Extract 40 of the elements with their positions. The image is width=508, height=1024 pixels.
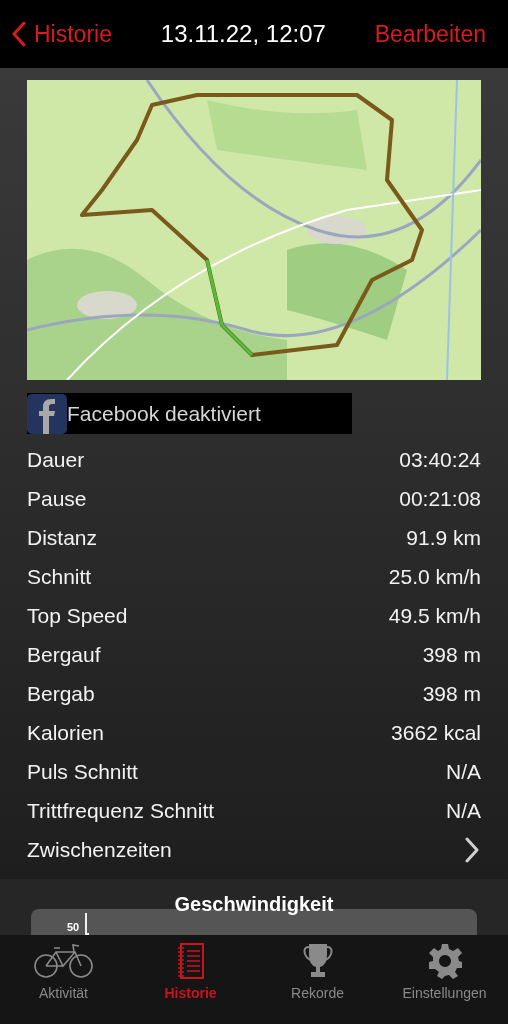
facebook-icon — [27, 393, 67, 434]
stat-value: N/A — [446, 798, 481, 823]
stat-value: 00:21:08 — [399, 486, 481, 511]
stat-value: 398 m — [422, 642, 481, 667]
axis-label: 50 — [67, 921, 80, 933]
chevron-right-icon — [465, 836, 479, 863]
tab-item[interactable]: Einstellungen — [381, 935, 508, 1024]
stat-value: N/A — [446, 759, 481, 784]
tab-item[interactable]: Rekorde — [254, 935, 381, 1024]
tab-item[interactable]: Historie — [127, 935, 254, 1024]
tab-item[interactable]: Aktivität — [0, 935, 127, 1024]
stat-value: 91.9 km — [406, 525, 481, 550]
back-chevron-icon — [12, 21, 26, 47]
facebook-bar[interactable]: Facebook deaktiviert — [27, 393, 352, 434]
stat-label: Kalorien — [27, 720, 105, 745]
stat-value: 49.5 km/h — [388, 603, 481, 628]
bike-icon — [33, 943, 94, 979]
stat-label: Dauer — [27, 447, 85, 472]
notebook-icon — [176, 943, 205, 979]
edit-button[interactable]: Bearbeiten — [374, 20, 486, 48]
settings-icon — [426, 943, 463, 979]
stat-label: Bergauf — [27, 642, 101, 667]
back-label[interactable]: Historie — [34, 20, 112, 48]
stat-label: Puls Schnitt — [27, 759, 138, 784]
stat-label: Schnitt — [27, 564, 92, 589]
split-times-row[interactable]: Zwischenzeiten — [27, 830, 481, 869]
back-button[interactable]: Historie — [12, 20, 112, 48]
chart-title: Geschwindigkeit — [173, 893, 335, 916]
stat-value: 398 m — [422, 681, 481, 706]
y-axis-line — [85, 913, 90, 935]
stat-label: Distanz — [27, 525, 98, 550]
stat-value: 25.0 km/h — [388, 564, 481, 589]
stat-label: Trittfrequenz Schnitt — [27, 798, 215, 823]
stat-label: Pause — [27, 486, 87, 511]
trophy-icon — [302, 943, 333, 979]
stat-value: 3662 kcal — [391, 720, 481, 745]
nav-title: 13.11.22, 12:07 — [160, 20, 326, 48]
stat-label: Top Speed — [27, 603, 128, 628]
stat-value: 03:40:24 — [399, 447, 481, 472]
stat-label: Bergab — [27, 681, 95, 706]
